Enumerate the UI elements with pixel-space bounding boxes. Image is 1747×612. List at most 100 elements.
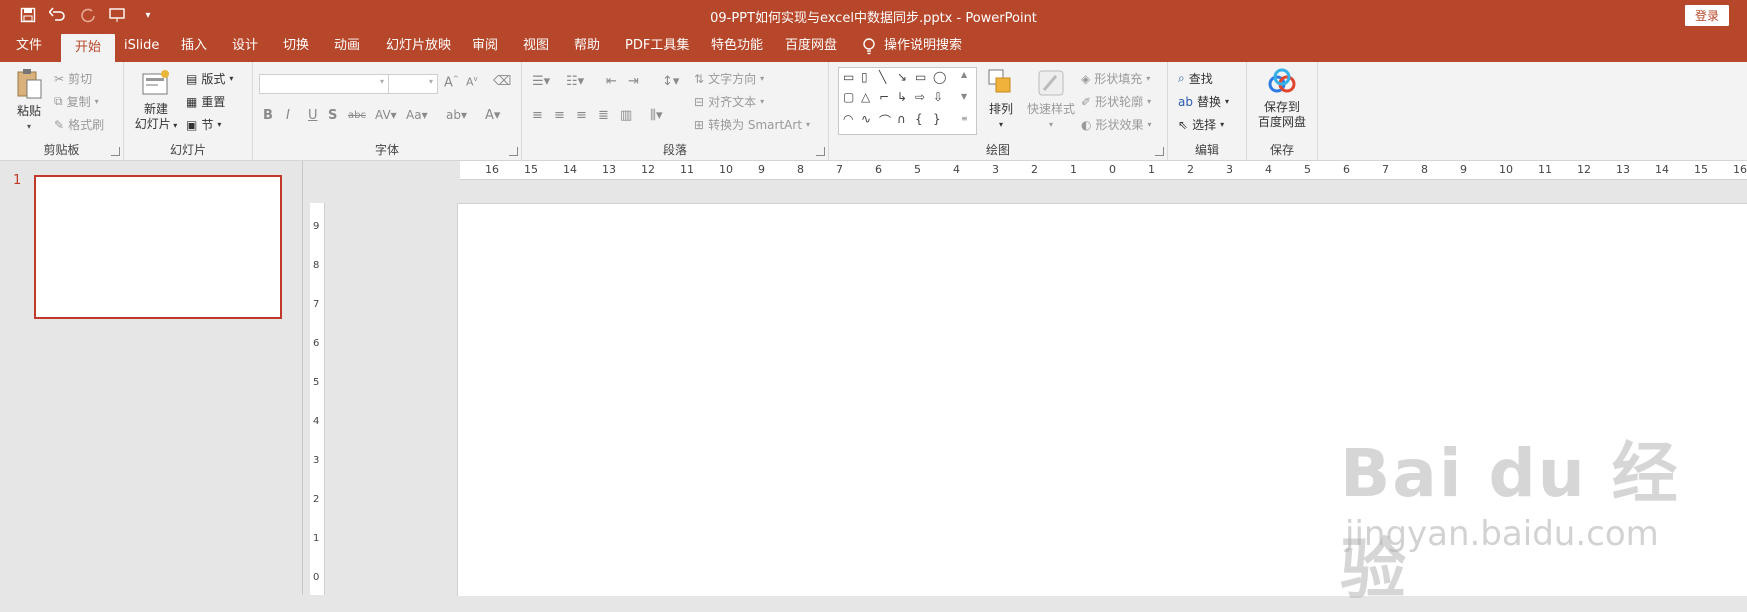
bullets-icon[interactable]: ☰▾	[532, 74, 550, 89]
gallery-scroll-down-icon[interactable]: ▼	[961, 92, 967, 101]
highlight-icon[interactable]: ab▾	[446, 108, 467, 122]
character-spacing-icon[interactable]: AV▾	[375, 108, 397, 122]
shapes-gallery[interactable]: ▭ ▯ ╲ ↘ ▭ ◯ ▢ △ ⌐ ↳ ⇨ ⇩ ◠ ∿ ⌒ ∩ { } ▲ ▼ …	[838, 67, 977, 135]
freeform-shape-icon[interactable]: ◠	[843, 112, 853, 126]
strikethrough-icon[interactable]: abc	[348, 110, 366, 121]
section-button[interactable]: ▣ 节 ▾	[186, 116, 221, 133]
cut-button[interactable]: ✂ 剪切	[54, 70, 92, 87]
tab-slideshow[interactable]: 幻灯片放映	[372, 30, 465, 62]
tab-insert[interactable]: 插入	[167, 30, 221, 62]
save-to-baidu-netdisk-button[interactable]: 保存到 百度网盘	[1251, 68, 1313, 130]
save-group: 保存到 百度网盘 保存	[1247, 62, 1318, 160]
arc-shape-icon[interactable]: ⌒	[879, 112, 891, 129]
ruler-tick-label: 2	[1187, 163, 1194, 176]
line-spacing-icon[interactable]: ↕▾	[662, 74, 679, 89]
clear-formatting-icon[interactable]: ⌫	[493, 74, 511, 89]
format-painter-button[interactable]: ✎ 格式刷	[54, 116, 104, 133]
oval-shape-icon[interactable]: ◯	[933, 70, 946, 84]
scribble-shape-icon[interactable]: ∿	[861, 112, 871, 126]
drawing-dialog-launcher-icon[interactable]	[1155, 147, 1164, 156]
shape-outline-button[interactable]: ✐ 形状轮廓 ▾	[1081, 93, 1151, 110]
vertical-text-box-shape-icon[interactable]: ▯	[861, 70, 868, 84]
increase-indent-icon[interactable]: ⇥	[628, 74, 639, 89]
elbow-connector-shape-icon[interactable]: ⌐	[879, 90, 889, 104]
paste-button[interactable]: 粘贴 ▾	[12, 68, 46, 134]
pen-icon: ✐	[1081, 94, 1092, 109]
text-shadow-icon[interactable]: S	[328, 108, 337, 123]
right-arrow-shape-icon[interactable]: ⇨	[915, 90, 925, 104]
font-color-icon[interactable]: A▾	[485, 108, 500, 123]
tab-pdf-tools[interactable]: PDF工具集	[611, 30, 703, 62]
left-brace-shape-icon[interactable]: {	[915, 112, 923, 126]
layout-button[interactable]: ▤ 版式 ▾	[186, 70, 233, 87]
paragraph-dialog-launcher-icon[interactable]	[816, 147, 825, 156]
rectangle-shape-icon[interactable]: ▭	[915, 70, 926, 84]
gallery-scroll-up-icon[interactable]: ▲	[961, 70, 967, 79]
align-left-icon[interactable]: ≡	[532, 108, 543, 123]
curve-shape-icon[interactable]: ∩	[897, 112, 906, 126]
replace-button[interactable]: ab 替换 ▾	[1178, 93, 1229, 110]
justify-icon[interactable]: ≣	[598, 108, 609, 123]
align-text-button[interactable]: ⊟ 对齐文本 ▾	[694, 93, 764, 110]
elbow-arrow-shape-icon[interactable]: ↳	[897, 90, 907, 104]
shape-effects-button[interactable]: ◐ 形状效果 ▾	[1081, 116, 1152, 133]
increase-font-size-icon[interactable]: A^	[444, 75, 459, 90]
align-right-icon[interactable]: ≡	[576, 108, 587, 123]
right-brace-shape-icon[interactable]: }	[933, 112, 941, 126]
login-button[interactable]: 登录	[1684, 5, 1729, 26]
reset-button[interactable]: ▦ 重置	[186, 93, 225, 110]
find-button[interactable]: ⌕ 查找	[1178, 70, 1213, 87]
scissors-icon: ✂	[54, 71, 65, 86]
ruler-tick-label: 0	[313, 572, 320, 583]
tab-animations[interactable]: 动画	[320, 30, 374, 62]
tab-file[interactable]: 文件	[2, 30, 56, 62]
gallery-more-icon[interactable]: ≡	[961, 114, 968, 123]
shape-fill-button[interactable]: ◈ 形状填充 ▾	[1081, 70, 1150, 87]
text-direction-button[interactable]: ⇅ 文字方向 ▾	[694, 70, 764, 87]
decrease-indent-icon[interactable]: ⇤	[606, 74, 617, 89]
arrange-button[interactable]: 排列 ▾	[981, 68, 1021, 132]
numbering-icon[interactable]: ☷▾	[566, 74, 584, 89]
columns-icon[interactable]: ⫼▾	[650, 108, 663, 123]
copy-button[interactable]: ⧉ 复制 ▾	[54, 93, 99, 110]
distributed-icon[interactable]: ▥	[620, 108, 632, 123]
clipboard-dialog-launcher-icon[interactable]	[111, 147, 120, 156]
underline-icon[interactable]: U	[308, 108, 318, 123]
font-dialog-launcher-icon[interactable]	[509, 147, 518, 156]
tab-design[interactable]: 设计	[218, 30, 272, 62]
tab-transitions[interactable]: 切换	[269, 30, 323, 62]
ruler-tick-label: 7	[313, 299, 320, 310]
arrow-line-shape-icon[interactable]: ↘	[897, 70, 907, 84]
tab-baidu-netdisk[interactable]: 百度网盘	[771, 30, 851, 62]
paint-bucket-icon: ◈	[1081, 71, 1091, 86]
tab-view[interactable]: 视图	[509, 30, 563, 62]
font-name-combobox[interactable]: ▾	[259, 74, 389, 94]
rounded-rectangle-shape-icon[interactable]: ▢	[843, 90, 854, 104]
tab-special-features[interactable]: 特色功能	[697, 30, 777, 62]
brush-icon: ✎	[54, 117, 65, 132]
line-shape-icon[interactable]: ╲	[879, 70, 886, 84]
tab-islide[interactable]: iSlide	[110, 30, 173, 62]
tab-home[interactable]: 开始	[61, 34, 116, 62]
select-button[interactable]: ⇖ 选择 ▾	[1178, 116, 1224, 133]
font-size-combobox[interactable]: ▾	[388, 74, 438, 94]
align-center-icon[interactable]: ≡	[554, 108, 565, 123]
new-slide-button[interactable]: 新建 幻灯片 ▾	[132, 68, 180, 133]
decrease-font-size-icon[interactable]: Av	[466, 75, 478, 89]
bold-icon[interactable]: B	[263, 108, 273, 123]
paste-label: 粘贴	[16, 104, 41, 118]
slide-thumbnail[interactable]	[34, 175, 282, 319]
change-case-icon[interactable]: Aa▾	[406, 108, 428, 122]
ruler-tick-label: 1	[313, 533, 320, 544]
tell-me-search[interactable]: 操作说明搜索	[862, 30, 962, 62]
triangle-shape-icon[interactable]: △	[861, 90, 870, 104]
italic-icon[interactable]: I	[286, 108, 290, 123]
quick-styles-button[interactable]: 快速样式 ▾	[1021, 68, 1081, 132]
tab-review[interactable]: 审阅	[458, 30, 512, 62]
tab-help[interactable]: 帮助	[560, 30, 614, 62]
down-arrow-shape-icon[interactable]: ⇩	[933, 90, 943, 104]
ruler-tick-label: 10	[1499, 163, 1513, 176]
editing-group-label: 编辑	[1194, 143, 1219, 157]
convert-to-smartart-button[interactable]: ⊞ 转换为 SmartArt ▾	[694, 116, 810, 133]
text-box-shape-icon[interactable]: ▭	[843, 70, 854, 84]
